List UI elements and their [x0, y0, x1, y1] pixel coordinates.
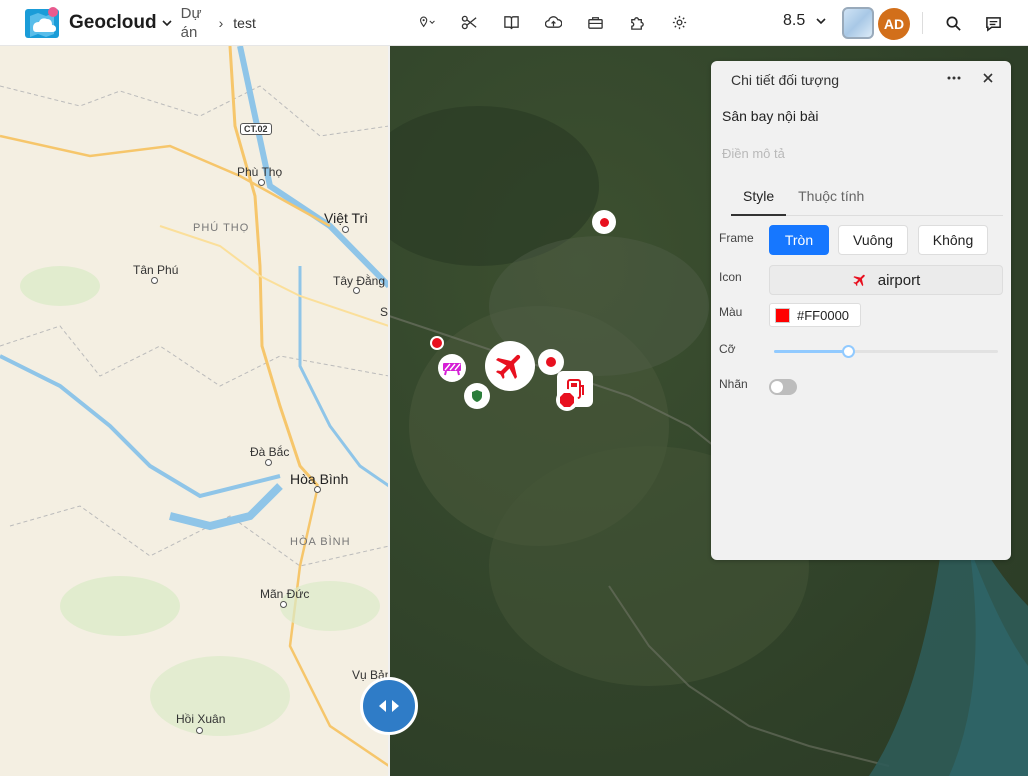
- search-icon[interactable]: [943, 13, 963, 33]
- chat-icon[interactable]: [983, 13, 1003, 33]
- project-label[interactable]: Dự án: [181, 4, 205, 42]
- region-label: PHÚ THỌ: [193, 222, 250, 234]
- shield-icon[interactable]: [464, 383, 490, 409]
- breadcrumb-project-name[interactable]: test: [233, 15, 256, 31]
- city-label: S: [380, 305, 389, 319]
- brand-name: Geocloud: [69, 11, 157, 33]
- airport-icon: [853, 274, 865, 287]
- geocloud-logo: [25, 6, 59, 38]
- city-dot: [314, 486, 321, 493]
- top-bar: Geocloud Dự án › test 8.5 AD: [0, 0, 1028, 46]
- city-dot: [151, 277, 158, 284]
- city-label: Đà Bắc: [250, 445, 290, 459]
- object-detail-panel: Chi tiết đối tượng Style Thuộc tính Fram…: [711, 61, 1011, 560]
- city-label: Hồi Xuân: [176, 712, 226, 726]
- swipe-handle[interactable]: [360, 677, 418, 735]
- city-dot: [196, 727, 203, 734]
- barrier-icon[interactable]: [438, 354, 466, 382]
- map-marker-point[interactable]: [430, 336, 444, 350]
- city-label: Tây Đằng: [333, 274, 386, 288]
- toolbar: [416, 11, 710, 33]
- city-label: Tân Phú: [133, 263, 179, 277]
- frame-round-button[interactable]: Tròn: [769, 225, 829, 255]
- icon-label: Icon: [719, 270, 742, 284]
- city-label: Phù Thọ: [237, 165, 283, 179]
- close-icon[interactable]: [977, 67, 999, 89]
- object-name-field[interactable]: [722, 108, 1002, 124]
- city-label: Việt Trì: [324, 210, 369, 226]
- puzzle-icon[interactable]: [626, 11, 648, 33]
- city-dot: [265, 459, 272, 466]
- chevron-down-icon: [816, 18, 826, 25]
- stop-sign-icon[interactable]: [556, 389, 578, 411]
- label-toggle[interactable]: [769, 379, 797, 395]
- city-label: Hòa Bình: [290, 471, 349, 487]
- toolbar-divider: [922, 12, 923, 34]
- street-map-graphics: [0, 46, 389, 768]
- color-picker[interactable]: #FF0000: [769, 303, 861, 327]
- breadcrumb-separator: ›: [218, 14, 224, 31]
- size-slider-handle[interactable]: [842, 345, 855, 358]
- city-dot: [353, 287, 360, 294]
- road-badge: CT.02: [240, 123, 272, 135]
- panel-tabs: Style Thuộc tính: [731, 186, 1003, 216]
- location-pin-icon[interactable]: [416, 11, 438, 33]
- zoom-level: 8.5: [783, 12, 806, 29]
- frame-none-button[interactable]: Không: [918, 225, 988, 255]
- size-slider-fill: [774, 350, 848, 353]
- settings-icon[interactable]: [668, 11, 690, 33]
- icon-value: airport: [877, 271, 921, 289]
- color-swatch: [775, 307, 790, 323]
- frame-square-button[interactable]: Vuông: [838, 225, 908, 255]
- brand-menu[interactable]: Geocloud: [24, 6, 173, 40]
- more-options-icon[interactable]: [943, 67, 965, 89]
- city-label: Mãn Đức: [260, 587, 310, 601]
- tab-style[interactable]: Style: [731, 186, 787, 216]
- label-toggle-label: Nhãn: [719, 377, 748, 391]
- cloud-upload-icon[interactable]: [542, 11, 564, 33]
- zoom-select[interactable]: 8.5: [783, 12, 827, 30]
- book-icon[interactable]: [500, 11, 522, 33]
- description-field[interactable]: [722, 146, 1002, 161]
- size-slider[interactable]: [774, 345, 998, 358]
- city-dot: [258, 179, 265, 186]
- avatar[interactable]: AD: [878, 8, 910, 40]
- size-label: Cỡ: [719, 342, 736, 356]
- frame-label: Frame: [719, 231, 754, 245]
- basemap-switcher[interactable]: [842, 7, 874, 39]
- map-marker-point[interactable]: [592, 210, 616, 234]
- color-label: Màu: [719, 305, 743, 319]
- city-dot: [280, 601, 287, 608]
- street-basemap: CT.02 Phù Thọ PHÚ THỌ Việt Trì Tân Phú T…: [0, 46, 389, 776]
- region-label: HÒA BÌNH: [290, 536, 351, 548]
- city-dot: [342, 226, 349, 233]
- icon-picker[interactable]: airport: [769, 265, 1003, 295]
- scissors-icon[interactable]: [458, 11, 480, 33]
- airport-icon[interactable]: [485, 341, 535, 391]
- tab-attributes[interactable]: Thuộc tính: [786, 186, 876, 216]
- toolbox-icon[interactable]: [584, 11, 606, 33]
- swipe-divider: [388, 46, 390, 776]
- panel-title: Chi tiết đối tượng: [731, 72, 840, 88]
- color-value: #FF0000: [797, 307, 850, 323]
- left-right-arrows-icon: [379, 700, 399, 712]
- toggle-knob: [771, 381, 783, 393]
- chevron-down-icon: [162, 19, 172, 26]
